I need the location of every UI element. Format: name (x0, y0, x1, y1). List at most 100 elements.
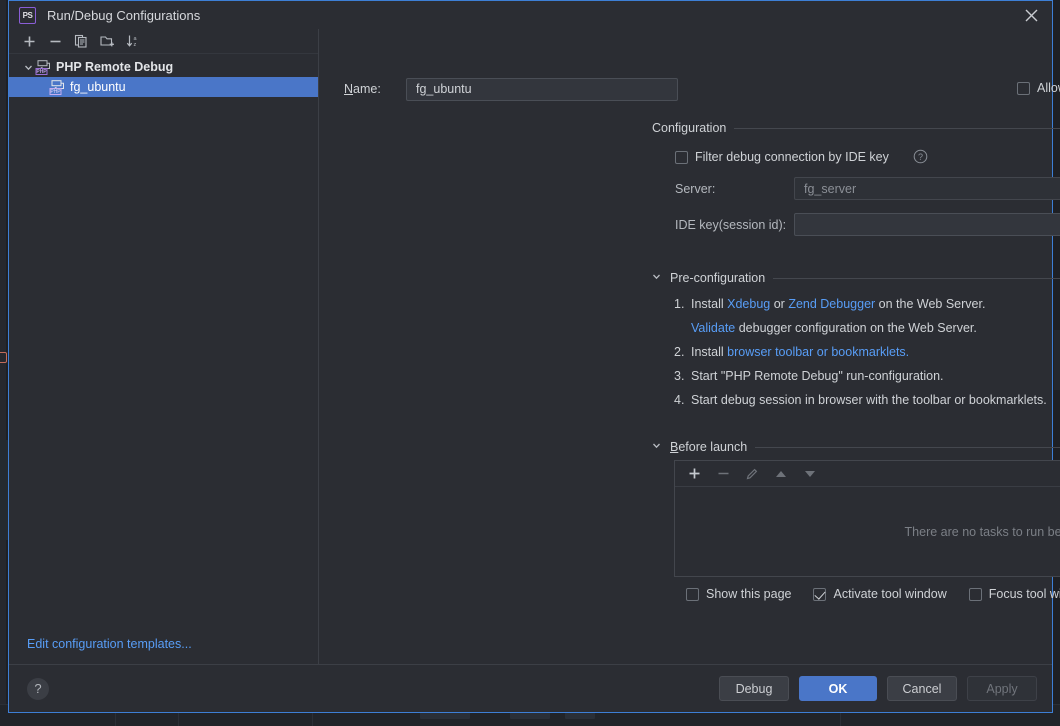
svg-text:PHP: PHP (50, 89, 61, 95)
section-preconfiguration-title: Pre-configuration (670, 271, 766, 285)
tree-item-fg-ubuntu[interactable]: PHP fg_ubuntu (9, 77, 318, 97)
section-before-launch: Before launch (652, 440, 1060, 454)
ide-left-strip (0, 0, 6, 726)
checkbox-box (675, 150, 688, 164)
svg-text:z: z (133, 42, 136, 48)
preconfiguration-step: 2. Install browser toolbar or bookmarklet… (674, 340, 1060, 364)
remove-configuration-button[interactable] (43, 31, 67, 52)
focus-tool-window-checkbox-label: Focus tool window (988, 587, 1060, 601)
dialog-footer: ? Debug OK Cancel Apply (9, 664, 1052, 712)
activate-tool-window-checkbox-label: Activate tool window (833, 587, 947, 601)
name-label: Name: (344, 82, 381, 96)
show-this-page-checkbox-label: Show this page (706, 587, 792, 601)
preconfiguration-text: or (770, 297, 789, 311)
edit-configuration-templates-link[interactable]: Edit configuration templates... (27, 637, 192, 651)
focus-tool-window-checkbox[interactable]: Focus tool window (968, 587, 1060, 601)
preconfiguration-step: Validate debugger configuration on the W… (674, 316, 1060, 340)
preconfiguration-link[interactable]: browser toolbar or bookmarklets. (727, 345, 909, 359)
dialog-title: Run/Debug Configurations (47, 7, 201, 23)
checkbox-box (686, 587, 699, 601)
before-launch-toolbar (675, 461, 1060, 487)
preconfiguration-text: debugger configuration on the Web Server… (735, 321, 977, 335)
preconfiguration-text: Install (691, 345, 728, 359)
show-this-page-checkbox[interactable]: Show this page (686, 587, 791, 601)
section-configuration: Configuration (652, 121, 1060, 135)
filter-debug-connection-checkbox[interactable]: Filter debug connection by IDE key (675, 150, 889, 164)
sort-alpha-icon[interactable]: a z (121, 31, 145, 52)
svg-text:?: ? (918, 152, 923, 162)
filter-debug-connection-label: Filter debug connection by IDE key (695, 150, 889, 164)
debug-button[interactable]: Debug (719, 676, 789, 701)
name-row: Name: fg_ubuntu (319, 77, 1052, 101)
cancel-button[interactable]: Cancel (887, 676, 957, 701)
section-divider (734, 127, 1060, 129)
arrow-down-icon[interactable] (797, 463, 823, 485)
add-task-button[interactable] (681, 463, 707, 485)
activate-tool-window-checkbox[interactable]: Activate tool window (813, 587, 947, 601)
php-config-icon: PHP (35, 59, 51, 75)
php-config-icon: PHP (49, 79, 65, 95)
before-launch-empty-text: There are no tasks to run before launch (904, 524, 1060, 539)
preconfiguration-step: 3. Start "PHP Remote Debug" run-configura… (674, 364, 1060, 388)
new-folder-icon[interactable] (95, 31, 119, 52)
tree-toolbar: a z (9, 29, 318, 54)
pencil-icon[interactable] (739, 463, 765, 485)
apply-button[interactable]: Apply (967, 676, 1037, 701)
tree-group-php-remote-debug[interactable]: PHP PHP Remote Debug (9, 57, 318, 77)
section-configuration-title: Configuration (652, 121, 727, 135)
allow-multiple-instances-checkbox[interactable]: Allow multiple instances (1017, 81, 1060, 95)
run-debug-configurations-dialog: PS Run/Debug Configurations a z PHP PHP … (8, 0, 1060, 713)
name-input[interactable]: fg_ubuntu (406, 77, 678, 101)
step-number: 3. (674, 369, 685, 383)
help-circle-icon[interactable]: ? (913, 149, 928, 169)
remove-task-button[interactable] (710, 463, 736, 485)
ok-button[interactable]: OK (799, 676, 877, 701)
ide-key-input[interactable] (794, 213, 1060, 236)
preconfiguration-step: 1. Install Xdebug or Zend Debugger on the… (674, 292, 1060, 316)
svg-text:PHP: PHP (36, 69, 47, 75)
help-button[interactable]: ? (27, 677, 49, 700)
chevron-down-icon[interactable] (652, 272, 661, 284)
chevron-down-icon[interactable] (21, 63, 35, 72)
ide-left-marker (0, 352, 7, 363)
checkbox-box (813, 587, 827, 601)
before-launch-task-list: There are no tasks to run before launch (674, 460, 1060, 577)
section-divider (773, 277, 1060, 279)
dialog-buttons: Debug OK Cancel Apply (719, 676, 1037, 701)
preconfiguration-text: Install (691, 297, 728, 311)
tree-item-label: fg_ubuntu (70, 80, 126, 94)
dialog-title-bar: PS Run/Debug Configurations (9, 1, 1052, 29)
tree-footer: Edit configuration templates... (9, 624, 318, 664)
arrow-up-icon[interactable] (768, 463, 794, 485)
add-configuration-button[interactable] (17, 31, 41, 52)
allow-multiple-instances-label: Allow multiple instances (1037, 81, 1060, 95)
chevron-down-icon[interactable] (652, 441, 661, 453)
preconfiguration-link[interactable]: Xdebug (727, 297, 770, 311)
configurations-tree-pane: a z PHP PHP Remote Debug PHP fg_ubuntu E… (9, 29, 319, 664)
step-number: 1. (674, 297, 685, 311)
server-label: Server: (675, 182, 716, 196)
checkbox-box (968, 587, 982, 601)
preconfiguration-steps: 1. Install Xdebug or Zend Debugger on the… (674, 292, 1060, 412)
preconfiguration-step: 4. Start debug session in browser with th… (674, 388, 1060, 412)
configurations-tree: PHP PHP Remote Debug PHP fg_ubuntu (9, 54, 318, 624)
checkbox-box (1017, 81, 1030, 95)
ide-key-label: IDE key(session id): (675, 218, 787, 232)
step-number: 2. (674, 345, 685, 359)
preconfiguration-text: on the Web Server. (875, 297, 986, 311)
preconfiguration-text: Start debug session in browser with the … (691, 393, 1047, 407)
preconfiguration-text: Start "PHP Remote Debug" run-configurati… (691, 369, 944, 383)
configuration-form-pane: Name: fg_ubuntu Allow multiple instances… (319, 29, 1060, 664)
section-preconfiguration: Pre-configuration (652, 271, 1060, 285)
preconfiguration-link[interactable]: Zend Debugger (788, 297, 875, 311)
server-selected-value: fg_server (804, 181, 857, 196)
step-number: 4. (674, 393, 685, 407)
before-launch-options: Show this page Activate tool window Focus … (686, 587, 1060, 601)
close-icon[interactable] (1016, 4, 1046, 26)
server-dropdown[interactable]: fg_server (794, 177, 1060, 200)
preconfiguration-link[interactable]: Validate (691, 321, 735, 335)
section-divider (755, 446, 1060, 448)
tree-group-label: PHP Remote Debug (56, 60, 174, 74)
copy-icon[interactable] (69, 31, 93, 52)
section-before-launch-title: Before launch (670, 440, 748, 454)
